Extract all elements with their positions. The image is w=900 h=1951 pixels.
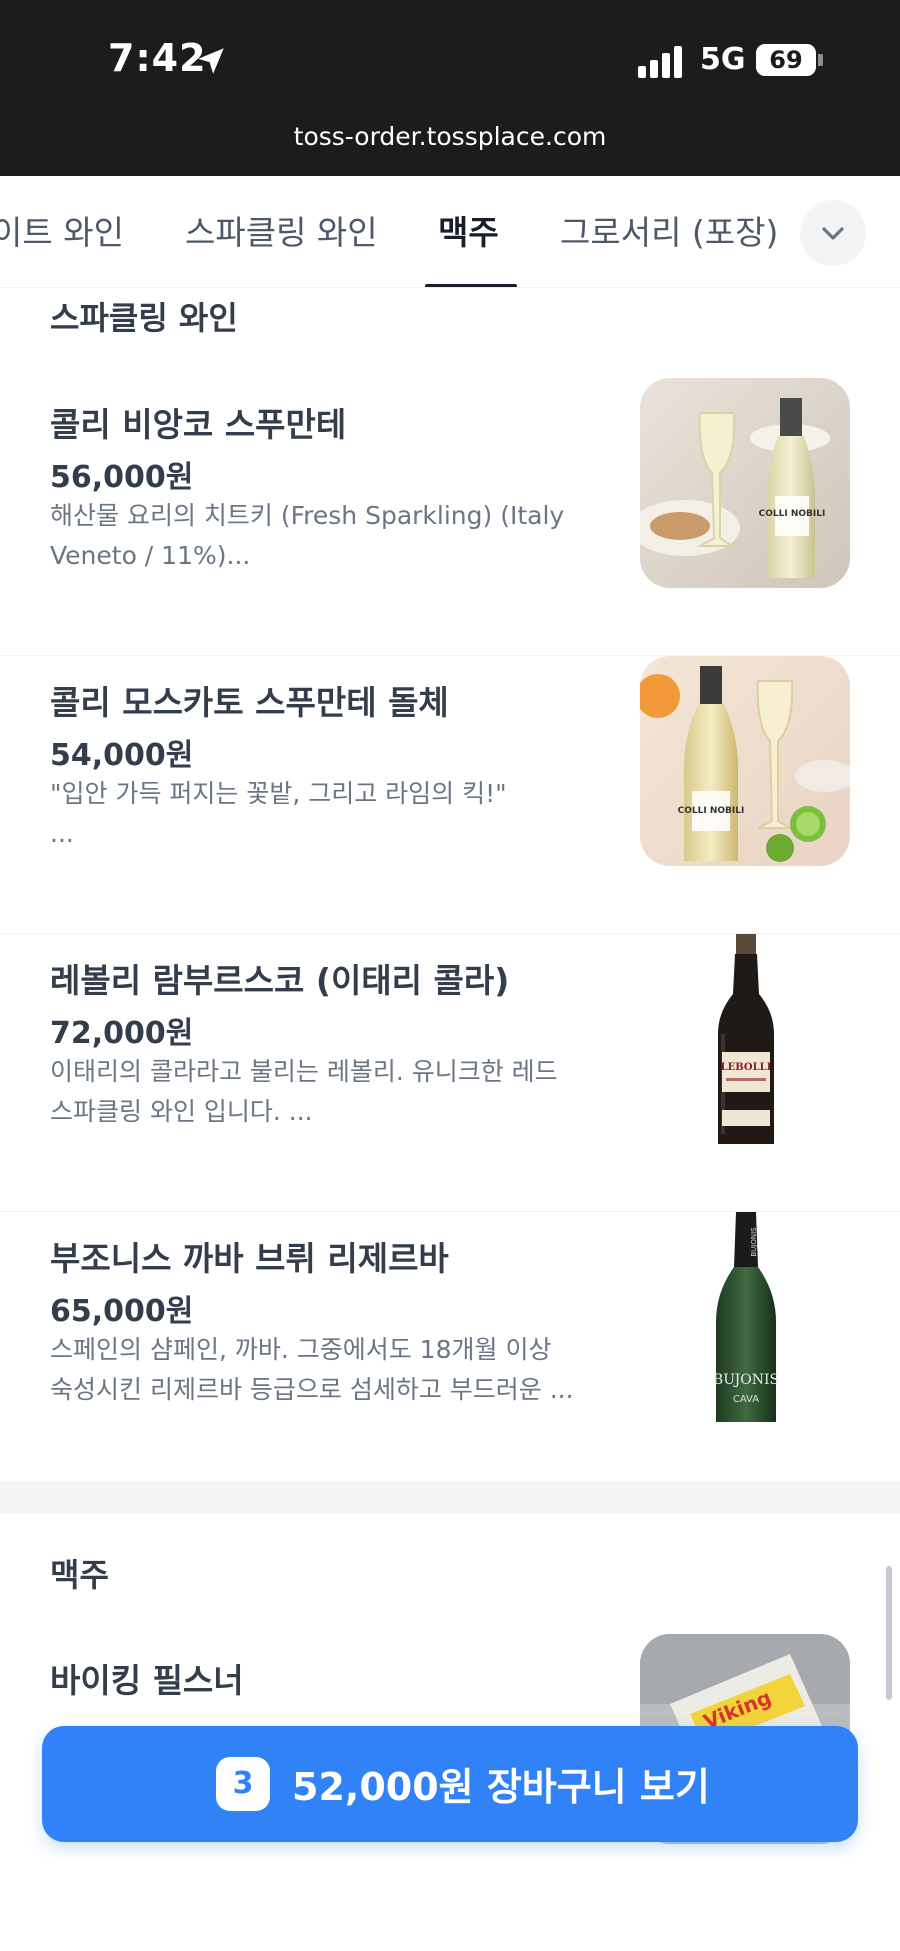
item-description: 이태리의 콜라라고 불리는 레볼리. 유니크한 레드 스파클링 와인 입니다. … [50,1057,558,1126]
chevron-down-icon [822,227,844,240]
svg-text:BUJONIS: BUJONIS [750,1227,758,1257]
item-name: 바이킹 필스너 [50,1661,244,1700]
status-time: 7:42 [108,36,207,80]
network-type: 5G [700,42,746,77]
menu-item[interactable]: 콜리 비앙코 스푸만테 56,000원 해산물 요리의 치트키 (Fresh S… [0,378,900,656]
cart-count-badge: 3 [216,1757,270,1811]
item-name: 콜리 모스카토 스푸만테 돌체 [50,683,449,722]
menu-item[interactable]: 부조니스 까바 브뤼 리제르바 65,000원 스페인의 샴페인, 까바. 그중… [0,1212,900,1490]
bottle-label-text: COLLI NOBILI [678,806,745,816]
view-cart-button[interactable]: 3 52,000원 장바구니 보기 [42,1726,858,1842]
item-price: 56,000원 [50,460,194,495]
item-description: 스페인의 샴페인, 까바. 그중에서도 18개월 이상 숙성시킨 리제르바 등급… [50,1335,574,1404]
category-tabs: 이트 와인 스파클링 와인 맥주 그로서리 (포장) [0,176,900,288]
location-arrow-icon [198,48,224,74]
item-price: 54,000원 [50,738,194,773]
bottle-sublabel-text: CAVA [733,1394,759,1405]
item-description: "입안 가득 퍼지는 꽃밭, 그리고 라임의 킥!" ... [50,779,507,848]
battery-cap-icon [818,54,823,66]
section-divider [0,1481,900,1514]
item-image: COLLI NOBILI [640,378,850,588]
section-title-sparkling: 스파클링 와인 [50,299,238,337]
tab-sparkling-wine[interactable]: 스파클링 와인 [185,206,378,254]
tab-grocery[interactable]: 그로서리 (포장) [560,206,778,254]
bottle-label-text: COLLI NOBILI [759,509,826,519]
item-name: 콜리 비앙코 스푸만테 [50,405,347,444]
item-image: LEBOLLI [640,934,850,1144]
item-price: 72,000원 [50,1016,194,1051]
item-image: COLLI NOBILI [640,656,850,866]
item-price: 65,000원 [50,1294,194,1329]
menu-item[interactable]: 레볼리 람부르스코 (이태리 콜라) 72,000원 이태리의 콜라라고 불리는… [0,934,900,1212]
tab-white-wine[interactable]: 이트 와인 [0,206,124,254]
item-name: 레볼리 람부르스코 (이태리 콜라) [50,961,510,1000]
tab-beer[interactable]: 맥주 [438,206,499,254]
active-tab-indicator [425,284,517,287]
item-description: 해산물 요리의 치트키 (Fresh Sparkling) (Italy Ven… [50,501,565,570]
bottle-label-text: BUJONIS [713,1372,779,1388]
bottle-label-text: LEBOLLI [721,1062,772,1073]
menu-item[interactable]: 콜리 모스카토 스푸만테 돌체 54,000원 "입안 가득 퍼지는 꽃밭, 그… [0,656,900,934]
section-title-beer: 맥주 [50,1556,109,1594]
battery-level: 69 [769,46,803,74]
item-image: BUJONIS BUJONIS CAVA [640,1212,850,1422]
expand-categories-button[interactable] [800,200,866,266]
item-name: 부조니스 까바 브뤼 리제르바 [50,1239,449,1278]
battery-icon: 69 [756,44,816,76]
cart-button-label: 52,000원 장바구니 보기 [292,1765,710,1809]
signal-strength-icon [638,46,684,78]
scrollbar[interactable] [886,1566,892,1700]
url-bar[interactable]: toss-order.tossplace.com [0,122,900,151]
status-bar: 7:42 5G 69 toss-order.tossplace.com [0,0,900,176]
